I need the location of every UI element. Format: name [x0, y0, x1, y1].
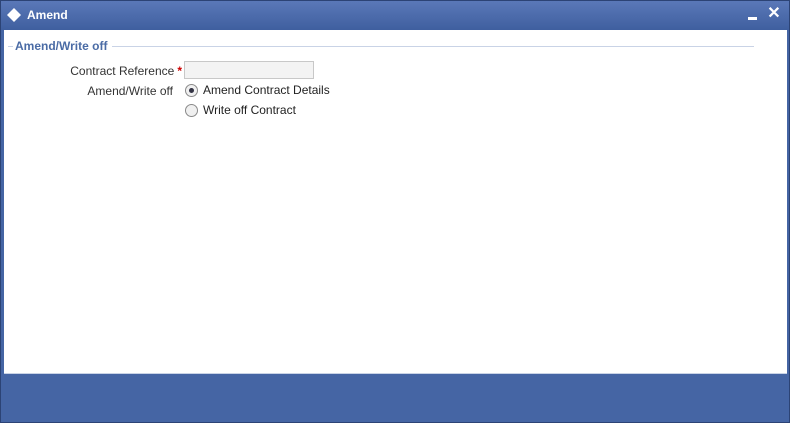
fieldset-legend: Amend/Write off	[15, 39, 108, 53]
main-content: Amend/Write off Contract Reference * Amen…	[4, 30, 787, 373]
contract-reference-input[interactable]	[184, 61, 314, 79]
footer-bar	[4, 373, 787, 420]
amend-window: Amend ✕ Amend/Write off Contract Referen…	[0, 0, 790, 423]
title-bar[interactable]: Amend ✕	[1, 1, 789, 30]
radio-write-off-label: Write off Contract	[203, 103, 296, 117]
amend-write-off-label: Amend/Write off	[87, 84, 173, 98]
contract-reference-label: Contract Reference *	[44, 64, 182, 78]
close-icon: ✕	[767, 5, 781, 22]
diamond-icon	[7, 8, 21, 22]
radio-amend-label: Amend Contract Details	[203, 83, 330, 97]
radio-button-selected[interactable]	[185, 84, 198, 97]
contract-reference-label-text: Contract Reference	[70, 64, 175, 78]
close-button[interactable]: ✕	[765, 4, 783, 24]
radio-dot-icon	[189, 88, 194, 93]
required-mark: *	[177, 64, 182, 78]
window-title: Amend	[27, 8, 68, 22]
fieldset-divider	[8, 46, 13, 47]
fieldset-divider	[112, 46, 754, 47]
minimize-icon	[748, 17, 757, 20]
radio-button[interactable]	[185, 104, 198, 117]
minimize-button[interactable]	[745, 5, 761, 25]
